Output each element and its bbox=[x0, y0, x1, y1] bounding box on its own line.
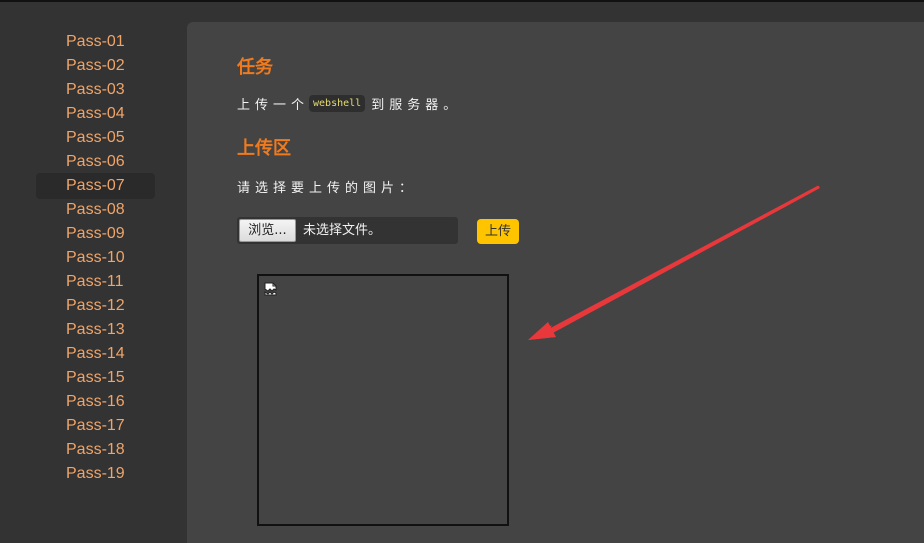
sidebar-item-pass-08[interactable]: Pass-08 bbox=[36, 197, 155, 223]
sidebar-item-pass-13[interactable]: Pass-13 bbox=[36, 317, 155, 343]
sidebar: Pass-01 Pass-02 Pass-03 Pass-04 Pass-05 … bbox=[0, 2, 187, 543]
sidebar-item-pass-16[interactable]: Pass-16 bbox=[36, 389, 155, 415]
upload-button[interactable]: 上传 bbox=[477, 219, 519, 244]
image-preview bbox=[257, 274, 509, 526]
sidebar-item-pass-12[interactable]: Pass-12 bbox=[36, 293, 155, 319]
sidebar-item-pass-10[interactable]: Pass-10 bbox=[36, 245, 155, 271]
task-description: 上传一个 webshell 到服务器。 bbox=[237, 94, 461, 113]
task-heading: 任务 bbox=[237, 57, 273, 78]
sidebar-item-pass-09[interactable]: Pass-09 bbox=[36, 221, 155, 247]
sidebar-item-pass-11[interactable]: Pass-11 bbox=[36, 269, 155, 295]
webshell-code: webshell bbox=[309, 95, 366, 112]
sidebar-item-pass-03[interactable]: Pass-03 bbox=[36, 77, 155, 103]
sidebar-item-pass-04[interactable]: Pass-04 bbox=[36, 101, 155, 127]
task-text-before: 上传一个 bbox=[237, 98, 310, 113]
upload-heading: 上传区 bbox=[237, 138, 291, 159]
sidebar-item-pass-01[interactable]: Pass-01 bbox=[36, 29, 155, 55]
sidebar-item-pass-19[interactable]: Pass-19 bbox=[36, 461, 155, 487]
sidebar-item-pass-18[interactable]: Pass-18 bbox=[36, 437, 155, 463]
sidebar-item-pass-14[interactable]: Pass-14 bbox=[36, 341, 155, 367]
main-panel: 任务 上传一个 webshell 到服务器。 上传区 请选择要上传的图片： 浏览… bbox=[187, 22, 924, 543]
sidebar-item-pass-07[interactable]: Pass-07 bbox=[36, 173, 155, 199]
file-input[interactable]: 浏览... 未选择文件。 bbox=[237, 217, 458, 244]
sidebar-item-pass-15[interactable]: Pass-15 bbox=[36, 365, 155, 391]
browse-button[interactable]: 浏览... bbox=[239, 219, 296, 242]
sidebar-item-pass-02[interactable]: Pass-02 bbox=[36, 53, 155, 79]
broken-image-icon bbox=[264, 281, 278, 300]
sidebar-item-pass-05[interactable]: Pass-05 bbox=[36, 125, 155, 151]
no-file-selected-text: 未选择文件。 bbox=[303, 223, 382, 238]
sidebar-item-pass-17[interactable]: Pass-17 bbox=[36, 413, 155, 439]
choose-image-label: 请选择要上传的图片： bbox=[237, 181, 418, 196]
sidebar-item-pass-06[interactable]: Pass-06 bbox=[36, 149, 155, 175]
task-text-after: 到服务器。 bbox=[371, 98, 462, 113]
